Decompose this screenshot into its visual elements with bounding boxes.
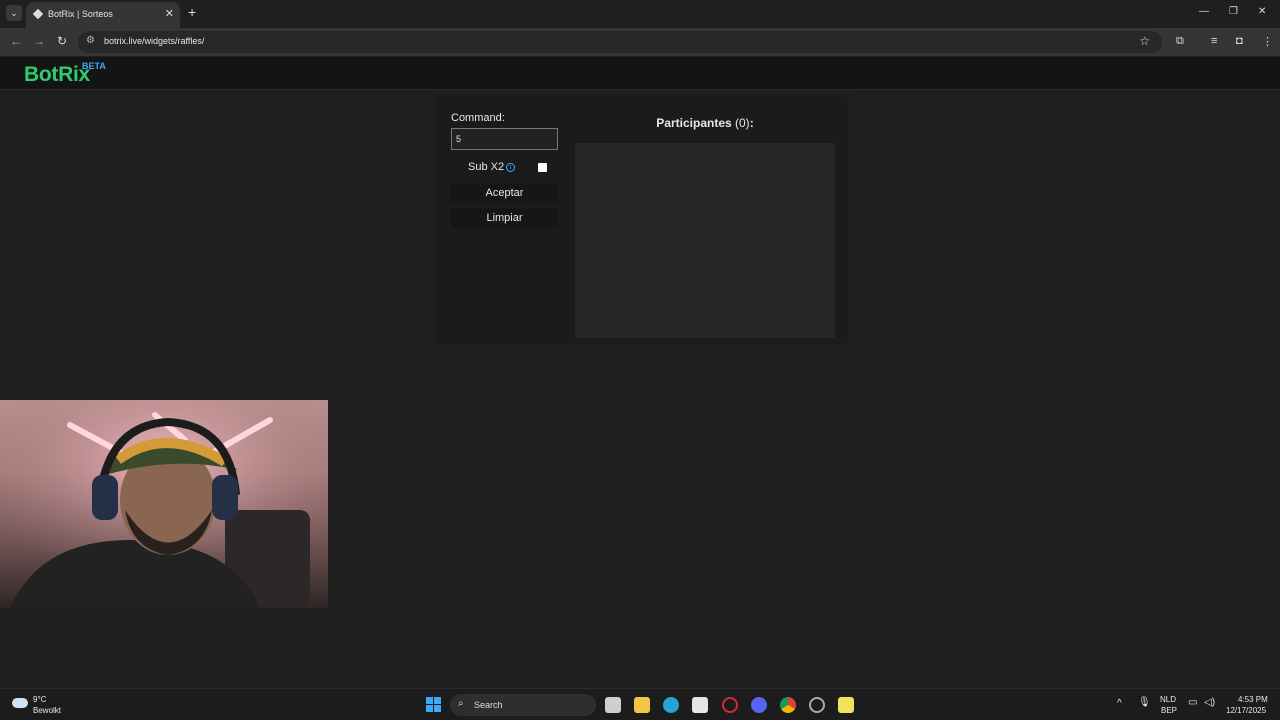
store-icon[interactable]: [692, 697, 708, 713]
participants-label: Participantes: [656, 116, 732, 130]
screen: ⌄ BotRix | Sorteos ✕ + — ❐ ✕ ← → ↻ ⚙ bot…: [0, 0, 1280, 720]
volume-icon[interactable]: ◁): [1204, 697, 1215, 708]
browser-tab[interactable]: BotRix | Sorteos ✕: [26, 2, 180, 28]
reading-list-icon[interactable]: ≡: [1211, 35, 1217, 47]
tab-search-icon[interactable]: ⌄: [6, 5, 22, 21]
app-icon[interactable]: [838, 697, 854, 713]
accept-button[interactable]: Aceptar: [451, 183, 558, 203]
tab-title: BotRix | Sorteos: [48, 9, 113, 19]
network-icon[interactable]: ▭: [1188, 697, 1197, 708]
url-text[interactable]: botrix.live/widgets/raffles/: [104, 36, 204, 46]
webcam-image: [0, 400, 328, 608]
browser-toolbar: ← → ↻ ⚙ botrix.live/widgets/raffles/ ☆ ⧉…: [0, 28, 1280, 56]
info-icon[interactable]: i: [506, 163, 515, 172]
beta-badge: BETA: [82, 61, 106, 71]
search-icon: ⌕: [458, 698, 464, 709]
webcam-feed: [0, 400, 328, 608]
tray-overflow-icon[interactable]: ^: [1117, 698, 1122, 709]
profile-icon[interactable]: ◘: [1236, 35, 1243, 47]
botrix-logo[interactable]: BotRix: [24, 63, 90, 87]
cloud-icon[interactable]: [12, 698, 28, 708]
keyboard-layout[interactable]: BEP: [1161, 706, 1177, 715]
sub-x2-label: Sub X2: [468, 161, 505, 173]
clear-button[interactable]: Limpiar: [451, 208, 558, 228]
tab-close-icon[interactable]: ✕: [165, 7, 174, 20]
minimize-icon[interactable]: —: [1199, 6, 1209, 17]
participants-title: Participantes (0):: [575, 116, 835, 130]
menu-icon[interactable]: ⋮: [1262, 35, 1273, 48]
opera-icon[interactable]: [722, 697, 738, 713]
window-close-icon[interactable]: ✕: [1258, 6, 1266, 17]
file-explorer-icon[interactable]: [634, 697, 650, 713]
command-input[interactable]: [451, 128, 558, 150]
participants-list[interactable]: [575, 143, 835, 338]
botrix-favicon-icon: [32, 8, 44, 20]
browser-tabstrip: ⌄ BotRix | Sorteos ✕ + — ❐ ✕: [0, 0, 1280, 28]
input-language[interactable]: NLD: [1160, 695, 1176, 704]
weather-temperature[interactable]: 9°C: [33, 695, 46, 704]
participants-count: (0): [735, 116, 750, 130]
address-bar[interactable]: ⚙ botrix.live/widgets/raffles/ ☆: [78, 31, 1162, 53]
taskbar: 9°C Bewolkt ⌕ Search ^ 🎙 NLD BEP ▭ ◁) 4:…: [0, 688, 1280, 720]
forward-icon[interactable]: →: [33, 34, 45, 48]
task-view-icon[interactable]: [605, 697, 621, 713]
clock-date[interactable]: 12/17/2025: [1226, 706, 1266, 715]
start-button[interactable]: [426, 697, 441, 712]
microphone-icon[interactable]: 🎙: [1138, 697, 1151, 708]
new-tab-icon[interactable]: +: [188, 4, 196, 20]
restore-icon[interactable]: ❐: [1229, 6, 1238, 17]
back-icon[interactable]: ←: [10, 34, 22, 48]
raffle-card: Command: Sub X2 i Aceptar Limpiar Partic…: [438, 97, 845, 342]
bookmark-star-icon[interactable]: ☆: [1139, 34, 1150, 48]
obs-icon[interactable]: [809, 697, 825, 713]
search-placeholder: Search: [474, 700, 503, 710]
discord-icon[interactable]: [751, 697, 767, 713]
participants-suffix: :: [749, 116, 754, 130]
extensions-icon[interactable]: ⧉: [1176, 35, 1184, 48]
taskbar-search[interactable]: ⌕ Search: [450, 694, 596, 716]
site-header: BotRix BETA: [0, 57, 1280, 90]
weather-description[interactable]: Bewolkt: [33, 706, 61, 715]
command-label: Command:: [451, 112, 505, 124]
reload-icon[interactable]: ↻: [57, 34, 67, 48]
edge-icon[interactable]: [663, 697, 679, 713]
sub-x2-checkbox[interactable]: [538, 163, 547, 172]
site-info-icon[interactable]: ⚙: [86, 35, 95, 46]
clock-time[interactable]: 4:53 PM: [1238, 695, 1268, 704]
chrome-icon[interactable]: [780, 697, 796, 713]
